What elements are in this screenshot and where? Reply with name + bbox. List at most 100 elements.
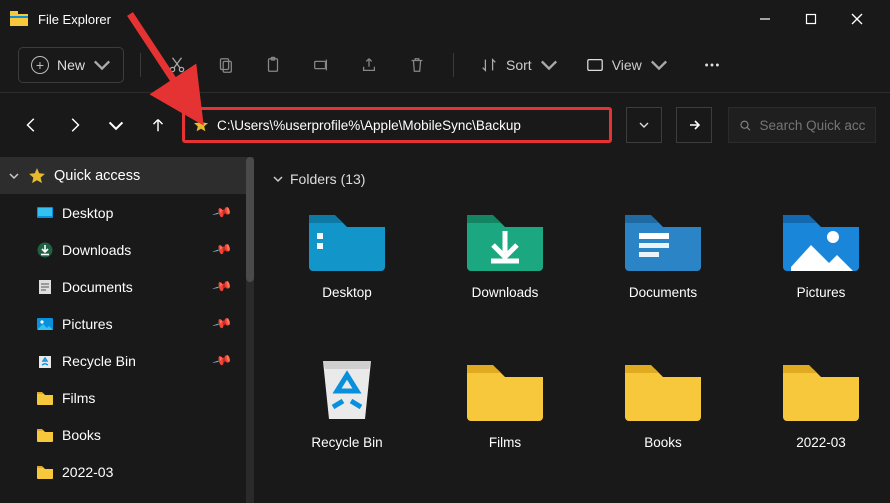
folder-desktop[interactable]: Desktop xyxy=(272,203,422,353)
search-input[interactable] xyxy=(760,118,865,133)
folder-big-icon xyxy=(779,353,863,425)
folder-label: Books xyxy=(644,435,682,450)
chevron-down-icon xyxy=(272,173,284,185)
app-icon xyxy=(10,11,28,27)
content-area: Folders (13) DesktopDownloads Documents Pi… xyxy=(254,157,890,503)
folder-label: Pictures xyxy=(797,285,846,300)
folder-label: 2022-03 xyxy=(796,435,846,450)
sort-button[interactable]: Sort xyxy=(470,47,568,83)
titlebar: File Explorer xyxy=(0,0,890,38)
sidebar-item-kino[interactable]: Kino xyxy=(0,490,254,503)
sidebar-item-label: Pictures xyxy=(62,316,113,332)
address-path: C:\Users\%userprofile%\Apple\MobileSync\… xyxy=(217,118,521,133)
downloads-icon xyxy=(36,241,54,259)
sidebar-quick-access[interactable]: Quick access xyxy=(0,157,254,194)
share-button[interactable] xyxy=(349,47,389,83)
sidebar-item-label: Downloads xyxy=(62,242,131,258)
desktop-big-icon xyxy=(305,203,389,275)
folder-downloads[interactable]: Downloads xyxy=(430,203,580,353)
folder-icon xyxy=(36,463,54,481)
more-button[interactable] xyxy=(692,47,732,83)
folder-label: Films xyxy=(489,435,521,450)
window-title: File Explorer xyxy=(38,12,742,27)
sidebar-item-desktop[interactable]: Desktop 📌 xyxy=(0,194,254,231)
documents-big-icon xyxy=(621,203,705,275)
sidebar-item-pictures[interactable]: Pictures 📌 xyxy=(0,305,254,342)
plus-icon: + xyxy=(31,56,49,74)
star-icon xyxy=(193,117,209,133)
sidebar-item-label: Recycle Bin xyxy=(62,353,136,369)
view-button[interactable]: View xyxy=(576,47,678,83)
sidebar-item-books[interactable]: Books xyxy=(0,416,254,453)
recycle-icon xyxy=(36,352,54,370)
maximize-button[interactable] xyxy=(788,3,834,35)
recent-dropdown[interactable] xyxy=(98,107,134,143)
sidebar-root-label: Quick access xyxy=(54,168,140,184)
sidebar-item-label: Desktop xyxy=(62,205,113,221)
pin-icon: 📌 xyxy=(211,350,233,372)
sidebar-item-label: 2022-03 xyxy=(62,464,113,480)
folders-section-header[interactable]: Folders (13) xyxy=(272,171,880,187)
address-history-button[interactable] xyxy=(626,107,662,143)
pin-icon: 📌 xyxy=(211,239,233,261)
delete-button[interactable] xyxy=(397,47,437,83)
folder-big-icon xyxy=(463,353,547,425)
search-icon xyxy=(739,118,752,133)
sort-icon xyxy=(480,56,498,74)
back-button[interactable] xyxy=(14,107,50,143)
sidebar: Quick access Desktop📌Downloads📌Documents… xyxy=(0,157,254,503)
star-icon xyxy=(28,167,46,185)
folders-section-label: Folders (13) xyxy=(290,171,365,187)
sidebar-item-label: Films xyxy=(62,390,95,406)
nav-row: C:\Users\%userprofile%\Apple\MobileSync\… xyxy=(0,93,890,157)
sidebar-item-downloads[interactable]: Downloads 📌 xyxy=(0,231,254,268)
pin-icon: 📌 xyxy=(211,202,233,224)
new-label: New xyxy=(57,57,85,73)
folder-2022-03[interactable]: 2022-03 xyxy=(746,353,890,503)
view-icon xyxy=(586,56,604,74)
pin-icon: 📌 xyxy=(211,276,233,298)
pictures-big-icon xyxy=(779,203,863,275)
chevron-down-icon xyxy=(93,56,111,74)
sidebar-scrollbar[interactable] xyxy=(246,157,254,503)
sidebar-item-2022-03[interactable]: 2022-03 xyxy=(0,453,254,490)
paste-button[interactable] xyxy=(253,47,293,83)
address-bar[interactable]: C:\Users\%userprofile%\Apple\MobileSync\… xyxy=(182,107,612,143)
toolbar: + New Sort View xyxy=(0,38,890,93)
folder-big-icon xyxy=(621,353,705,425)
minimize-button[interactable] xyxy=(742,3,788,35)
separator xyxy=(453,53,454,77)
sidebar-item-recycle-bin[interactable]: Recycle Bin 📌 xyxy=(0,342,254,379)
search-box[interactable] xyxy=(728,107,876,143)
folder-icon xyxy=(36,500,54,503)
folder-documents[interactable]: Documents xyxy=(588,203,738,353)
rename-button[interactable] xyxy=(301,47,341,83)
chevron-down-icon xyxy=(8,170,20,182)
forward-button[interactable] xyxy=(56,107,92,143)
folder-label: Documents xyxy=(629,285,697,300)
new-button[interactable]: + New xyxy=(18,47,124,83)
folder-pictures[interactable]: Pictures xyxy=(746,203,890,353)
go-button[interactable] xyxy=(676,107,712,143)
pictures-icon xyxy=(36,315,54,333)
sidebar-item-films[interactable]: Films xyxy=(0,379,254,416)
folder-icon xyxy=(36,389,54,407)
close-button[interactable] xyxy=(834,3,880,35)
sidebar-item-label: Books xyxy=(62,427,101,443)
separator xyxy=(140,53,141,77)
sort-label: Sort xyxy=(506,57,532,73)
chevron-down-icon xyxy=(650,56,668,74)
cut-button[interactable] xyxy=(157,47,197,83)
sidebar-item-documents[interactable]: Documents📌 xyxy=(0,268,254,305)
view-label: View xyxy=(612,57,642,73)
folder-films[interactable]: Films xyxy=(430,353,580,503)
up-button[interactable] xyxy=(140,107,176,143)
folder-label: Recycle Bin xyxy=(311,435,382,450)
pin-icon: 📌 xyxy=(211,313,233,335)
folder-recycle-bin[interactable]: Recycle Bin xyxy=(272,353,422,503)
downloads-big-icon xyxy=(463,203,547,275)
copy-button[interactable] xyxy=(205,47,245,83)
folder-icon xyxy=(36,426,54,444)
folder-books[interactable]: Books xyxy=(588,353,738,503)
chevron-down-icon xyxy=(540,56,558,74)
